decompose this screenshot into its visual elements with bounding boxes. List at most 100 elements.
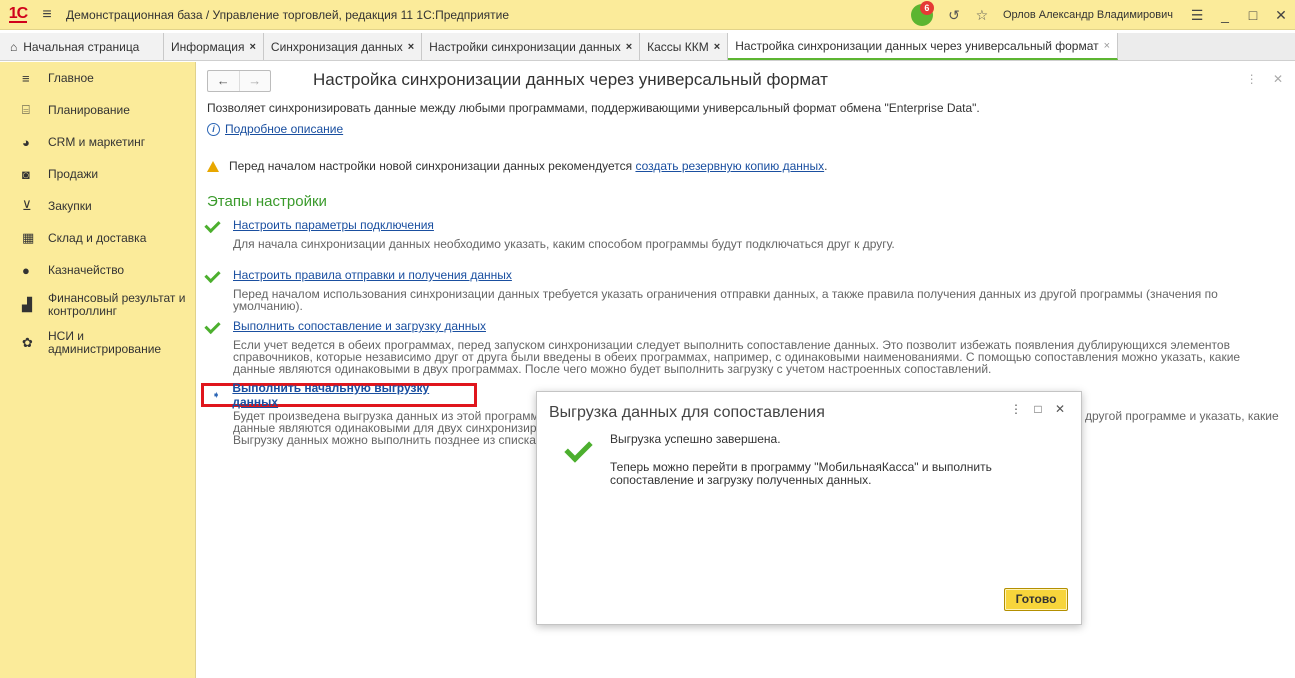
- form-description: Позволяет синхронизировать данные между …: [207, 101, 980, 115]
- step-sending-rules: Настроить правила отправки и получения д…: [207, 268, 1287, 312]
- backup-warning: Перед началом настройки новой синхрониза…: [207, 159, 828, 173]
- bar-chart-icon: ▟: [22, 297, 32, 312]
- sidebar-item-label: Казначейство: [48, 262, 125, 277]
- tab-label: Синхронизация данных: [270, 39, 403, 54]
- dialog-controls: ⋮ □ ✕: [1005, 402, 1071, 416]
- success-check-icon: [563, 440, 589, 462]
- notifications-icon[interactable]: 6: [910, 1, 934, 26]
- user-name[interactable]: Орлов Александр Владимирович: [1003, 9, 1173, 21]
- close-tab-icon[interactable]: ×: [249, 41, 255, 53]
- favorites-star-icon[interactable]: ☆: [971, 7, 993, 24]
- pie-chart-icon: ◕: [22, 134, 30, 150]
- close-tab-icon[interactable]: ×: [408, 41, 414, 53]
- notifications-badge: 6: [919, 1, 934, 15]
- steps-title: Этапы настройки: [207, 193, 327, 210]
- close-tab-icon[interactable]: ×: [714, 41, 720, 53]
- detailed-description: i Подробное описание: [207, 122, 343, 136]
- sidebar-item-label: Склад и доставка: [48, 230, 147, 245]
- tab-label: Кассы ККМ: [647, 39, 709, 54]
- warning-icon: [207, 160, 219, 172]
- tab-label: Настройки синхронизации данных: [429, 39, 621, 54]
- navigation-arrows: ← →: [207, 70, 271, 92]
- tab-cash-registers[interactable]: Кассы ККМ ×: [640, 33, 729, 60]
- 1c-logo-icon[interactable]: 1С: [0, 0, 36, 30]
- warning-text: Перед началом настройки новой синхрониза…: [229, 159, 633, 173]
- tab-home[interactable]: ⌂ Начальная страница: [0, 33, 164, 60]
- forward-arrow-icon[interactable]: →: [238, 71, 271, 91]
- sidebar-item-sales[interactable]: ◙ Продажи: [0, 158, 195, 190]
- open-windows-tabbar: ⌂ Начальная страница Информация × Синхро…: [0, 33, 1295, 61]
- sidebar-item-purchases[interactable]: ⊻ Закупки: [0, 190, 195, 222]
- step-link[interactable]: Выполнить сопоставление и загрузку данны…: [233, 319, 486, 333]
- maximize-icon[interactable]: □: [1239, 7, 1267, 23]
- close-tab-icon[interactable]: ×: [1104, 40, 1110, 52]
- dialog-message-success: Выгрузка успешно завершена.: [610, 432, 781, 446]
- tab-sync-settings[interactable]: Настройки синхронизации данных ×: [422, 33, 641, 60]
- current-step-arrow-icon: ➧: [212, 389, 221, 401]
- step-link[interactable]: Настроить правила отправки и получения д…: [233, 268, 512, 282]
- shopping-bag-icon: ◙: [22, 166, 30, 182]
- tab-data-sync[interactable]: Синхронизация данных ×: [263, 33, 423, 60]
- tab-universal-format-setup[interactable]: Настройка синхронизации данных через уни…: [728, 33, 1119, 60]
- sidebar-item-label: CRM и маркетинг: [48, 134, 146, 149]
- sidebar-item-administration[interactable]: ✿ НСИ и администрирование: [0, 324, 195, 362]
- step-description: Если учет ведется в обеих программах, пе…: [233, 338, 1241, 376]
- tab-label: Начальная страница: [23, 39, 140, 54]
- tab-label: Информация: [171, 39, 245, 54]
- initial-export-link[interactable]: Выполнить начальную выгрузку данных: [232, 381, 474, 409]
- close-form-icon[interactable]: ✕: [1273, 72, 1283, 86]
- close-tab-icon[interactable]: ×: [626, 41, 632, 53]
- current-step-line-right: другой программе и указать, какие: [1085, 409, 1279, 423]
- planning-icon: ⌸: [22, 102, 30, 117]
- current-step-highlight: ➧ Выполнить начальную выгрузку данных: [201, 381, 477, 409]
- check-icon: [207, 220, 221, 230]
- dialog-message-next: Теперь можно перейти в программу "Мобиль…: [610, 460, 992, 487]
- title-bar-controls: 6 ↺ ☆ Орлов Александр Владимирович ☰ _ □…: [910, 0, 1295, 30]
- sidebar-item-label: НСИ и администрирование: [48, 329, 162, 356]
- more-actions-icon[interactable]: ⋮: [1005, 402, 1027, 416]
- sidebar-item-label: Финансовый результат и контроллинг: [48, 291, 186, 318]
- check-icon: [207, 270, 221, 280]
- form-tools: ⋮ ✕: [1234, 72, 1283, 86]
- title-bar: 1С ≡ Демонстрационная база / Управление …: [0, 0, 1295, 30]
- close-dialog-icon[interactable]: ✕: [1049, 402, 1071, 416]
- history-icon[interactable]: ↺: [943, 7, 965, 24]
- settings-menu-icon[interactable]: ☰: [1183, 7, 1211, 24]
- done-button[interactable]: Готово: [1004, 588, 1068, 611]
- app-title: Демонстрационная база / Управление торго…: [66, 7, 510, 22]
- check-icon: [207, 321, 221, 331]
- step-link[interactable]: Настроить параметры подключения: [233, 218, 434, 232]
- create-backup-link[interactable]: создать резервную копию данных: [635, 159, 824, 173]
- dialog-title: Выгрузка данных для сопоставления: [549, 404, 825, 421]
- sidebar-item-financial-result[interactable]: ▟ Финансовый результат и контроллинг: [0, 286, 195, 324]
- money-icon: ●: [22, 262, 30, 278]
- sidebar-item-label: Планирование: [48, 102, 130, 117]
- warning-end: .: [824, 159, 828, 173]
- tab-label: Настройка синхронизации данных через уни…: [735, 38, 1099, 53]
- sidebar-item-warehouse[interactable]: ▦ Склад и доставка: [0, 222, 195, 254]
- cart-icon: ⊻: [22, 198, 32, 213]
- back-arrow-icon[interactable]: ←: [208, 71, 239, 91]
- logo-text: 1С: [8, 4, 28, 23]
- main-menu-icon[interactable]: ≡: [36, 0, 58, 30]
- page-title: Настройка синхронизации данных через уни…: [313, 70, 828, 89]
- tab-information[interactable]: Информация ×: [164, 33, 264, 60]
- maximize-icon[interactable]: □: [1027, 402, 1049, 416]
- info-icon: i: [207, 122, 220, 136]
- close-window-icon[interactable]: ✕: [1267, 7, 1295, 24]
- minimize-icon[interactable]: _: [1211, 7, 1239, 23]
- sidebar-item-treasury[interactable]: ● Казначейство: [0, 254, 195, 286]
- step-description: Перед началом использования синхронизаци…: [233, 287, 1218, 313]
- sidebar-item-main[interactable]: ≡ Главное: [0, 62, 195, 94]
- sidebar-item-label: Главное: [48, 70, 94, 85]
- gear-icon: ✿: [22, 335, 33, 350]
- warehouse-icon: ▦: [22, 230, 35, 245]
- sidebar-item-crm[interactable]: ◕ CRM и маркетинг: [0, 126, 195, 158]
- more-actions-icon[interactable]: ⋮: [1246, 72, 1258, 86]
- step-mapping-and-loading: Выполнить сопоставление и загрузку данны…: [207, 319, 1287, 375]
- detailed-description-link[interactable]: Подробное описание: [225, 122, 343, 136]
- step-connection-params: Настроить параметры подключения Для нача…: [207, 218, 1287, 250]
- home-icon: ⌂: [10, 39, 18, 54]
- sidebar-item-planning[interactable]: ⌸ Планирование: [0, 94, 195, 126]
- sidebar-item-label: Закупки: [48, 198, 92, 213]
